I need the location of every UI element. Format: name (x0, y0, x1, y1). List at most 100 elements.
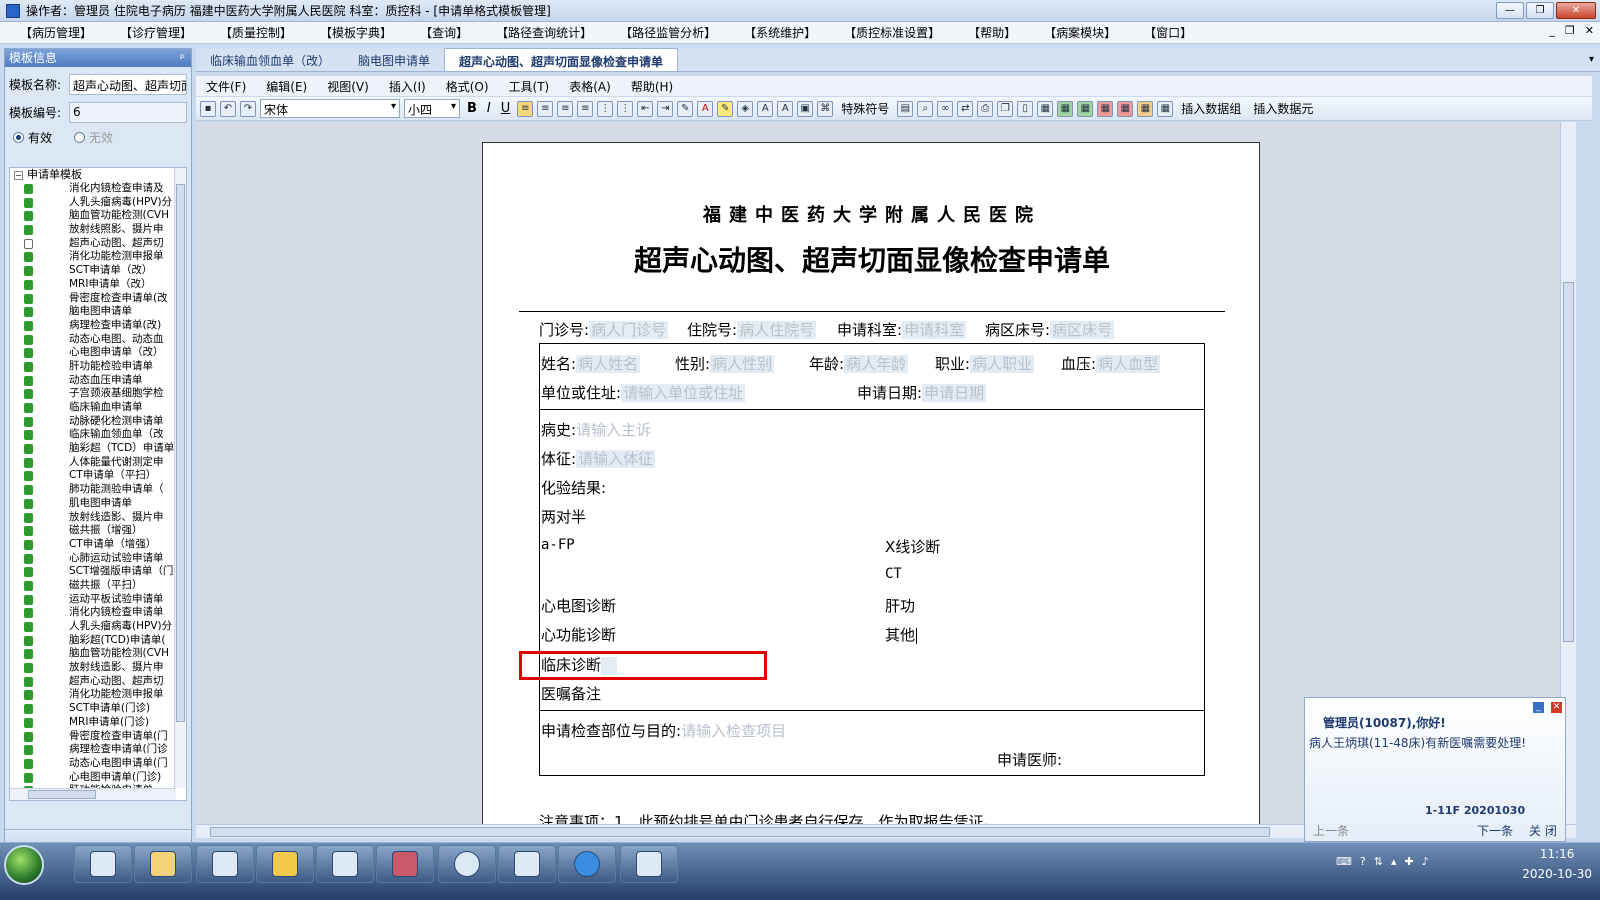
menu-help[interactable]: 【帮助】 (954, 24, 1030, 41)
scroll-thumb[interactable] (1563, 282, 1574, 642)
address-field[interactable]: 单位或住址: 请输入单位或住址 (541, 382, 746, 403)
start-button-icon[interactable] (4, 845, 44, 885)
bed-placeholder[interactable]: 病区床号 (1050, 321, 1115, 339)
superscript-icon[interactable]: A (757, 100, 774, 117)
tree-item[interactable]: 脑彩超(TCD)申请单( (10, 634, 176, 648)
tree-item[interactable]: 骨密度检查申请单(改 (10, 292, 176, 306)
align-right-icon[interactable]: ≡ (557, 100, 574, 117)
subscript-icon[interactable]: A (777, 100, 794, 117)
menu-qc-standards[interactable]: 【质控标准设置】 (830, 24, 954, 41)
history-placeholder[interactable]: 请输入主诉 (576, 421, 651, 439)
taskbar-app-folder[interactable] (134, 845, 192, 883)
age-field[interactable]: 年龄: 病人年龄 (809, 353, 909, 374)
tree-item[interactable]: 消化功能检测申报单 (10, 688, 176, 702)
tree-item[interactable]: 骨密度检查申请单(门 (10, 730, 176, 744)
occupation-field[interactable]: 职业: 病人职业 (935, 353, 1035, 374)
format-painter-icon[interactable]: ✎ (677, 100, 694, 117)
tree-item[interactable]: 临床输血领血单（改 (10, 428, 176, 442)
special-char-button[interactable]: 特殊符号 (837, 100, 893, 117)
valid-radio[interactable]: 有效 (13, 129, 52, 146)
tree-item[interactable]: 放射线造影、摄片申 (10, 661, 176, 675)
search-icon[interactable]: ⌕ (917, 100, 934, 117)
physical-exam-field[interactable]: 体征: 请输入体征 (541, 448, 656, 469)
tab-echocardiogram[interactable]: 超声心动图、超声切面显像检查申请单 (444, 48, 679, 71)
outpatient-field[interactable]: 门诊号: 病人门诊号 (539, 319, 669, 340)
address-placeholder[interactable]: 请输入单位或住址 (621, 384, 746, 402)
font-color-icon[interactable]: A (697, 100, 714, 117)
insert-row-icon[interactable]: ▦ (1057, 100, 1074, 117)
underline-button[interactable]: U (498, 101, 514, 116)
department-field[interactable]: 申请科室: 申请科室 (837, 319, 967, 340)
editor-menu-insert[interactable]: 插入(I) (379, 78, 436, 95)
blood-pressure-field[interactable]: 血压: 病人血型 (1061, 353, 1161, 374)
tree-item[interactable]: 消化内镜检查申请及 (10, 182, 176, 196)
tree-item[interactable]: 磁共振（增强） (10, 524, 176, 538)
editor-menu-file[interactable]: 文件(F) (196, 78, 256, 95)
font-family-select[interactable]: 宋体 (260, 99, 400, 118)
insert-col-icon[interactable]: ▦ (1077, 100, 1094, 117)
tree-item[interactable]: MRI申请单(门诊) (10, 716, 176, 730)
tree-item[interactable]: 脑彩超（TCD）申请单 (10, 442, 176, 456)
taskbar-app-s[interactable] (558, 845, 616, 883)
editor-menu-tools[interactable]: 工具(T) (499, 78, 560, 95)
name-field[interactable]: 姓名: 病人姓名 (541, 353, 641, 374)
physical-exam-placeholder[interactable]: 请输入体征 (576, 450, 656, 468)
clock[interactable]: 11:16 2020-10-30 (1522, 847, 1592, 881)
popup-close-link[interactable]: 关 闭 (1529, 822, 1557, 839)
print-icon[interactable]: ⎙ (977, 100, 994, 117)
tree-item[interactable]: SCT申请单(门诊) (10, 702, 176, 716)
image-icon[interactable]: ▣ (797, 100, 814, 117)
collapse-icon[interactable]: − (14, 170, 23, 180)
taskbar-app-database[interactable] (376, 845, 434, 883)
tree-item[interactable]: 动态心电图、动态血 (10, 333, 176, 347)
tree-item[interactable]: 病理检查申请单(门诊 (10, 743, 176, 757)
tree-item[interactable]: CT申请单（平扫） (10, 469, 176, 483)
delete-row-icon[interactable]: ▦ (1097, 100, 1114, 117)
editor-menu-view[interactable]: 视图(V) (317, 78, 379, 95)
request-date-field[interactable]: 申请日期: 申请日期 (857, 382, 987, 403)
age-placeholder[interactable]: 病人年龄 (844, 355, 909, 373)
sex-field[interactable]: 性别: 病人性别 (675, 353, 775, 374)
tree-item[interactable]: 放射线造影、摄片申 (10, 511, 176, 525)
tree-item[interactable]: 人乳头瘤病毒(HPV)分 (10, 196, 176, 210)
editor-menu-table[interactable]: 表格(A) (559, 78, 621, 95)
sex-placeholder[interactable]: 病人性别 (710, 355, 775, 373)
network-tray-icon[interactable]: ⇅ (1374, 855, 1383, 868)
tree-item[interactable]: MRI申请单（改） (10, 278, 176, 292)
popup-next-link[interactable]: 下一条 (1477, 822, 1513, 839)
tree-item[interactable]: 心肺运动试验申请单 (10, 552, 176, 566)
editor-menu-edit[interactable]: 编辑(E) (256, 78, 317, 95)
bed-field[interactable]: 病区床号: 病区床号 (985, 319, 1115, 340)
menu-path-query-stats[interactable]: 【路径查询统计】 (482, 24, 606, 41)
request-date-placeholder[interactable]: 申请日期 (922, 384, 987, 402)
bullet-list-icon[interactable]: ⋮ (617, 100, 634, 117)
tab-blood-collection[interactable]: 临床输血领血单（改） (196, 48, 344, 71)
menu-window[interactable]: 【窗口】 (1130, 24, 1206, 41)
tree-item[interactable]: 放射线照影、摄片申 (10, 223, 176, 237)
tree-item[interactable]: SCT申请单（改） (10, 264, 176, 278)
show-hidden-icon[interactable]: ▴ (1391, 855, 1397, 868)
blood-pressure-placeholder[interactable]: 病人血型 (1096, 355, 1161, 373)
other-field[interactable]: 其他 (885, 624, 918, 645)
menu-query[interactable]: 【查询】 (406, 24, 482, 41)
taskbar-app-sql[interactable] (256, 845, 314, 883)
align-center-icon[interactable]: ≡ (537, 100, 554, 117)
department-placeholder[interactable]: 申请科室 (902, 321, 967, 339)
inpatient-placeholder[interactable]: 病人住院号 (737, 321, 817, 339)
inpatient-field[interactable]: 住院号: 病人住院号 (687, 319, 817, 340)
tree-item[interactable]: 心电图申请单(门诊) (10, 771, 176, 785)
tab-eeg[interactable]: 脑电图申请单 (344, 48, 444, 71)
tree-item[interactable]: 脑电图申请单 (10, 305, 176, 319)
close-button[interactable]: ✕ (1556, 2, 1596, 19)
taskbar-app-network[interactable] (316, 845, 374, 883)
tree-item[interactable]: 磁共振（平扫） (10, 579, 176, 593)
scroll-thumb[interactable] (176, 184, 185, 722)
tree-item[interactable]: 肝功能检验申请单 (10, 360, 176, 374)
tree-item[interactable]: 临床输血申请单 (10, 401, 176, 415)
tree-item[interactable]: 人乳头瘤病毒(HPV)分 (10, 620, 176, 634)
pin-icon[interactable]: ᵖ (180, 49, 185, 67)
tree-item[interactable]: 肺功能测验申请单（ (10, 483, 176, 497)
tree-item[interactable]: 超声心动图、超声切 (10, 237, 176, 251)
font-size-select[interactable]: 小四 (404, 99, 460, 118)
mdi-close-button[interactable]: ✕ (1585, 24, 1594, 37)
